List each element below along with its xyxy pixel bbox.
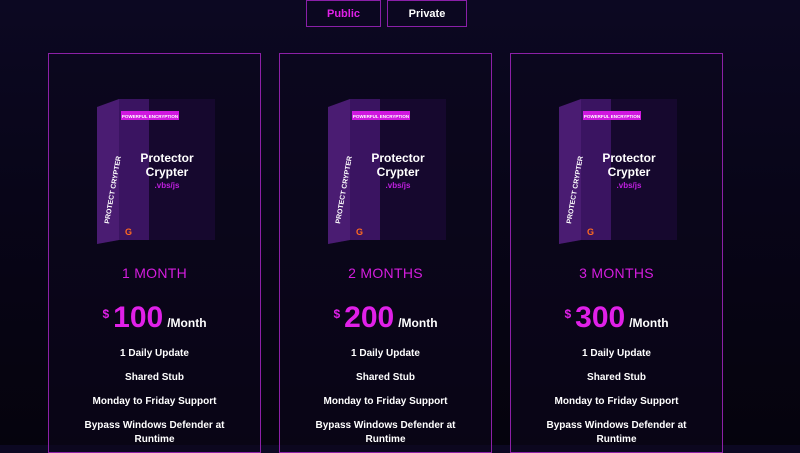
svg-text:Protector: Protector	[602, 151, 656, 165]
feature-list: 1 Daily Update Shared Stub Monday to Fri…	[511, 347, 722, 447]
currency-symbol: $	[333, 307, 341, 321]
svg-text:G: G	[125, 227, 132, 237]
svg-text:.vbs/js: .vbs/js	[155, 181, 180, 190]
svg-text:Crypter: Crypter	[146, 165, 189, 179]
svg-text:.vbs/js: .vbs/js	[386, 181, 411, 190]
svg-text:POWERFUL ENCRYPTION: POWERFUL ENCRYPTION	[353, 114, 409, 119]
product-box-image: POWERFUL ENCRYPTION Protector Crypter .v…	[97, 99, 215, 244]
feature-item: 1 Daily Update	[582, 348, 651, 359]
feature-item: Bypass Windows Defender at Runtime	[546, 420, 687, 445]
feature-item: Shared Stub	[587, 372, 646, 383]
plan-name: 3 MONTHS	[579, 265, 654, 281]
svg-text:.vbs/js: .vbs/js	[617, 181, 642, 190]
price-period: /Month	[398, 316, 438, 330]
svg-text:Protector: Protector	[140, 151, 194, 165]
feature-list: 1 Daily Update Shared Stub Monday to Fri…	[280, 347, 491, 447]
price-amount: 100	[113, 301, 164, 334]
feature-item: Shared Stub	[356, 372, 415, 383]
feature-item: Shared Stub	[125, 372, 184, 383]
product-box-image: POWERFUL ENCRYPTION Protector Crypter .v…	[328, 99, 446, 244]
svg-text:Protector: Protector	[371, 151, 425, 165]
plan-price: $200/Month	[280, 301, 491, 335]
plan-name: 1 MONTH	[121, 265, 188, 281]
price-amount: 200	[344, 301, 395, 334]
price-period: /Month	[629, 316, 669, 330]
feature-item: 1 Daily Update	[120, 348, 189, 359]
product-box-image: POWERFUL ENCRYPTION Protector Crypter .v…	[559, 99, 677, 244]
svg-text:POWERFUL ENCRYPTION: POWERFUL ENCRYPTION	[122, 114, 178, 119]
feature-item: 1 Daily Update	[351, 348, 420, 359]
feature-item: Monday to Friday Support	[323, 396, 448, 407]
svg-text:Crypter: Crypter	[608, 165, 651, 179]
feature-item: Monday to Friday Support	[554, 396, 679, 407]
feature-item: Monday to Friday Support	[92, 396, 217, 407]
currency-symbol: $	[102, 307, 110, 321]
plan-price: $100/Month	[49, 301, 260, 335]
plan-type-tabs: Public Private	[306, 0, 467, 27]
plan-card-2-months: POWERFUL ENCRYPTION Protector Crypter .v…	[279, 53, 492, 453]
price-period: /Month	[167, 316, 207, 330]
plan-name: 2 MONTHS	[348, 265, 423, 281]
tab-private[interactable]: Private	[387, 0, 467, 27]
svg-text:Crypter: Crypter	[377, 165, 420, 179]
plan-card-3-months: POWERFUL ENCRYPTION Protector Crypter .v…	[510, 53, 723, 453]
svg-text:G: G	[356, 227, 363, 237]
price-amount: 300	[575, 301, 626, 334]
currency-symbol: $	[564, 307, 572, 321]
svg-text:G: G	[587, 227, 594, 237]
plan-price: $300/Month	[511, 301, 722, 335]
tab-public[interactable]: Public	[306, 0, 381, 27]
svg-text:POWERFUL ENCRYPTION: POWERFUL ENCRYPTION	[584, 114, 640, 119]
plan-card-1-month: POWERFUL ENCRYPTION Protector Crypter .v…	[48, 53, 261, 453]
feature-item: Bypass Windows Defender at Runtime	[84, 420, 225, 445]
feature-list: 1 Daily Update Shared Stub Monday to Fri…	[49, 347, 260, 447]
feature-item: Bypass Windows Defender at Runtime	[315, 420, 456, 445]
